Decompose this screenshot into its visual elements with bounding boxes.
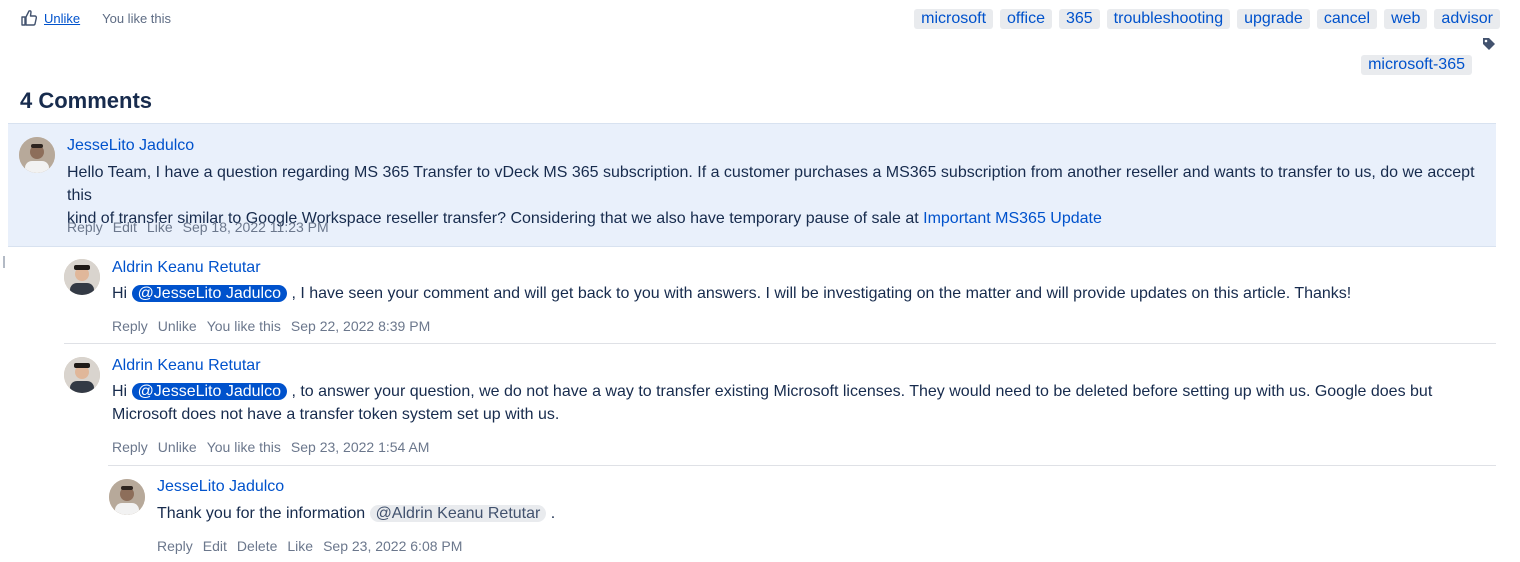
comment-author[interactable]: JesseLito Jadulco xyxy=(157,478,284,496)
comment-body: Hi @JesseLito Jadulco , I have seen your… xyxy=(112,282,1492,305)
comment-text: Hi xyxy=(112,285,132,302)
comment-actions: Reply Edit Delete Like Sep 23, 2022 6:08… xyxy=(157,538,472,554)
label-upgrade[interactable]: upgrade xyxy=(1237,9,1310,29)
avatar[interactable] xyxy=(19,137,55,173)
like-status: You like this xyxy=(206,318,281,334)
label-advisor[interactable]: advisor xyxy=(1434,9,1500,29)
comment: JesseLito Jadulco Hello Team, I have a q… xyxy=(8,123,1496,247)
comment-text: , I have seen your comment and will get … xyxy=(287,285,1352,302)
like-button[interactable]: Like xyxy=(287,538,313,554)
comment-timestamp[interactable]: Sep 18, 2022 11:23 PM xyxy=(183,219,329,235)
comment-text: . xyxy=(546,505,556,522)
avatar[interactable] xyxy=(64,259,100,295)
reply-button[interactable]: Reply xyxy=(112,439,148,455)
comments-title: 4 Comments xyxy=(20,88,153,113)
comment: JesseLito Jadulco Thank you for the info… xyxy=(109,475,1496,560)
edit-button[interactable]: Edit xyxy=(203,538,227,554)
comment-actions: Reply Unlike You like this Sep 23, 2022 … xyxy=(112,439,439,455)
like-button[interactable]: Like xyxy=(147,219,173,235)
thumbs-up-icon[interactable] xyxy=(20,9,38,27)
user-mention[interactable]: @JesseLito Jadulco xyxy=(131,285,287,302)
comment-timestamp[interactable]: Sep 23, 2022 1:54 AM xyxy=(291,439,430,455)
comment-text-line: Hi @JesseLito Jadulco , to answer your q… xyxy=(112,380,1492,403)
comment-actions: Reply Unlike You like this Sep 22, 2022 … xyxy=(112,318,440,334)
reply-button[interactable]: Reply xyxy=(112,318,148,334)
edit-button[interactable]: Edit xyxy=(113,219,137,235)
user-mention[interactable]: @JesseLito Jadulco xyxy=(131,383,287,400)
comment-link[interactable]: Important MS365 Update xyxy=(923,210,1102,227)
comment-timestamp[interactable]: Sep 22, 2022 8:39 PM xyxy=(291,318,430,334)
label-cancel[interactable]: cancel xyxy=(1316,9,1378,29)
like-status: You like this xyxy=(102,10,172,26)
comment-timestamp[interactable]: Sep 23, 2022 6:08 PM xyxy=(323,538,462,554)
unlike-link[interactable]: Unlike xyxy=(44,11,80,26)
reply-button[interactable]: Reply xyxy=(157,538,193,554)
reply-button[interactable]: Reply xyxy=(67,219,103,235)
comment-text: Hi xyxy=(112,383,132,400)
delete-button[interactable]: Delete xyxy=(237,538,277,554)
unlike-button[interactable]: Unlike xyxy=(158,318,197,334)
tag-icon[interactable] xyxy=(1478,35,1500,55)
comment-author[interactable]: JesseLito Jadulco xyxy=(67,137,194,155)
comment: Aldrin Keanu Retutar Hi @JesseLito Jadul… xyxy=(64,354,1496,466)
comment-text: Thank you for the information xyxy=(157,505,370,522)
divider xyxy=(64,343,1496,344)
label-365[interactable]: 365 xyxy=(1058,9,1100,29)
label-office[interactable]: office xyxy=(1000,9,1052,29)
comment: Aldrin Keanu Retutar Hi @JesseLito Jadul… xyxy=(64,256,1496,344)
resize-handle[interactable] xyxy=(3,256,5,268)
label-web[interactable]: web xyxy=(1384,9,1428,29)
unlike-button[interactable]: Unlike xyxy=(158,439,197,455)
divider xyxy=(108,465,1496,466)
label-microsoft[interactable]: microsoft xyxy=(914,9,994,29)
comment-body: Hi @JesseLito Jadulco , to answer your q… xyxy=(112,380,1492,426)
comment-author[interactable]: Aldrin Keanu Retutar xyxy=(112,259,261,277)
comment-text-line: Hello Team, I have a question regarding … xyxy=(67,164,1475,204)
like-bar: Unlike You like this xyxy=(20,9,171,27)
labels-list: microsoft office 365 troubleshooting upg… xyxy=(890,9,1500,81)
user-mention[interactable]: @Aldrin Keanu Retutar xyxy=(369,505,547,522)
like-status: You like this xyxy=(206,439,281,455)
avatar[interactable] xyxy=(109,479,145,515)
comment-actions: Reply Edit Like Sep 18, 2022 11:23 PM xyxy=(67,219,339,235)
label-troubleshooting[interactable]: troubleshooting xyxy=(1106,9,1231,29)
comment-body: Thank you for the information @Aldrin Ke… xyxy=(157,502,1487,525)
label-microsoft-365[interactable]: microsoft-365 xyxy=(1361,55,1472,75)
comment-text: , to answer your question, we do not hav… xyxy=(287,383,1433,400)
comment-text-line: Microsoft does not have a transfer token… xyxy=(112,406,560,423)
comment-author[interactable]: Aldrin Keanu Retutar xyxy=(112,357,261,375)
avatar[interactable] xyxy=(64,357,100,393)
